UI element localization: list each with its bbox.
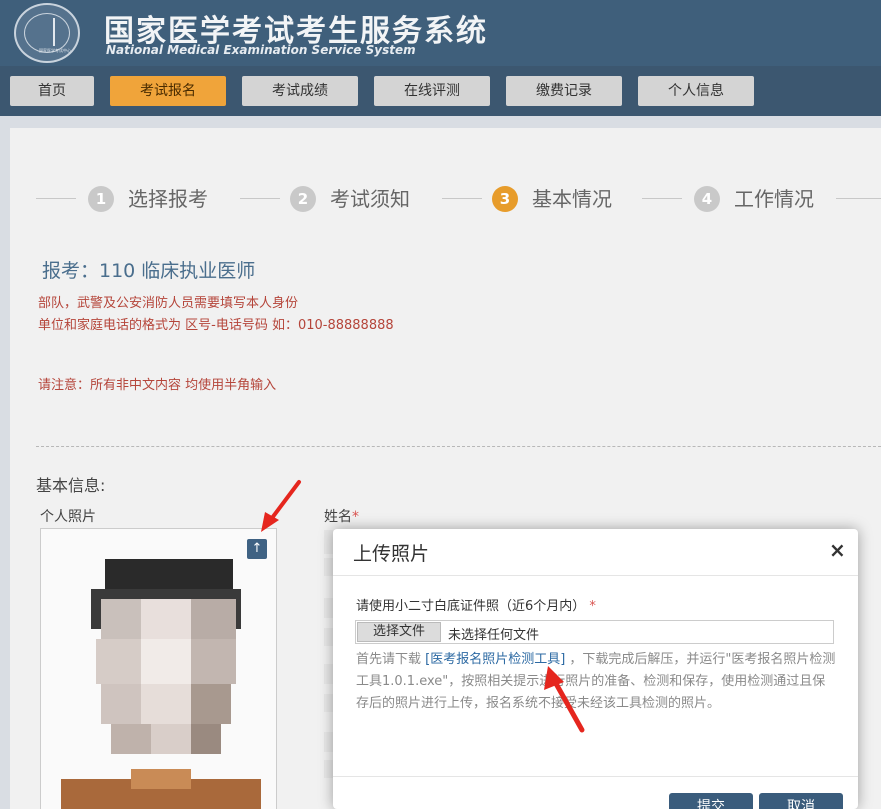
step-3-label: 基本情况 bbox=[532, 187, 612, 211]
form-field-fragment bbox=[324, 628, 333, 646]
photo-requirement-text: 请使用小二寸白底证件照（近6个月内） bbox=[356, 599, 586, 614]
instructions-before: 首先请下载 bbox=[356, 652, 426, 667]
step-connector bbox=[36, 198, 76, 199]
form-field-fragment bbox=[324, 760, 333, 778]
note-phone-format: 单位和家庭电话的格式为 区号-电话号码 如：010-88888888 bbox=[38, 318, 394, 333]
photo-label: 个人照片 bbox=[40, 509, 96, 525]
exam-title: 报考：110 临床执业医师 bbox=[42, 260, 256, 282]
name-input[interactable] bbox=[324, 530, 333, 554]
submit-button[interactable]: 提交 bbox=[669, 793, 753, 809]
photo-preview[interactable]: ↑ bbox=[40, 528, 277, 809]
step-connector bbox=[836, 198, 881, 199]
dialog-title: 上传照片 bbox=[353, 543, 430, 565]
step-connector bbox=[240, 198, 280, 199]
logo-emblem: 国家医学考试中心 bbox=[14, 3, 80, 63]
photo-requirement-label: 请使用小二寸白底证件照（近6个月内） * bbox=[356, 595, 596, 614]
step-2-circle: 2 bbox=[290, 186, 316, 212]
red-arrow-tool-link bbox=[544, 666, 585, 733]
step-1-label: 选择报考 bbox=[128, 187, 208, 211]
nav-exam-registration[interactable]: 考试报名 bbox=[110, 76, 226, 106]
step-4-label: 工作情况 bbox=[734, 187, 814, 211]
nav-online-assessment[interactable]: 在线评测 bbox=[374, 76, 490, 106]
app-header: 国家医学考试中心 国家医学考试考生服务系统 National Medical E… bbox=[0, 0, 881, 66]
note-military: 部队，武警及公安消防人员需要填写本人身份 bbox=[38, 296, 299, 311]
upload-icon[interactable]: ↑ bbox=[247, 539, 267, 559]
name-label-text: 姓名 bbox=[324, 509, 352, 525]
staff-icon bbox=[53, 18, 55, 46]
dialog-footer-divider bbox=[333, 776, 858, 777]
dialog-header-divider bbox=[333, 575, 858, 576]
file-input[interactable]: 选择文件 未选择任何文件 bbox=[355, 620, 834, 644]
nav-personal-info[interactable]: 个人信息 bbox=[638, 76, 754, 106]
required-mark: * bbox=[589, 599, 596, 614]
form-field-fragment bbox=[324, 598, 333, 618]
nav-home[interactable]: 首页 bbox=[10, 76, 94, 106]
step-connector bbox=[642, 198, 682, 199]
choose-file-button[interactable]: 选择文件 bbox=[357, 622, 441, 642]
step-connector bbox=[442, 198, 482, 199]
form-field-fragment bbox=[324, 694, 333, 712]
pixelated-portrait bbox=[41, 529, 276, 809]
step-1-circle: 1 bbox=[88, 186, 114, 212]
step-4-circle: 4 bbox=[694, 186, 720, 212]
close-icon[interactable]: × bbox=[829, 538, 846, 562]
basic-info-title: 基本信息: bbox=[36, 476, 106, 495]
nav-payment-records[interactable]: 缴费记录 bbox=[506, 76, 622, 106]
progress-steps: 1 选择报考 2 考试须知 3 基本情况 4 工作情况 bbox=[36, 186, 881, 216]
red-arrow-upload bbox=[261, 480, 301, 532]
step-3-circle: 3 bbox=[492, 186, 518, 212]
logo-text: 国家医学考试中心 bbox=[39, 48, 71, 53]
logo-inner-ring: 国家医学考试中心 bbox=[24, 13, 71, 53]
system-subtitle: National Medical Examination Service Sys… bbox=[106, 43, 416, 57]
cancel-button[interactable]: 取消 bbox=[759, 793, 843, 809]
note-halfwidth: 请注意：所有非中文内容 均使用半角输入 bbox=[38, 378, 277, 393]
nav-exam-scores[interactable]: 考试成绩 bbox=[242, 76, 358, 106]
form-field-fragment bbox=[324, 732, 333, 752]
section-divider bbox=[36, 446, 881, 447]
form-field-fragment bbox=[324, 664, 333, 684]
file-status-text: 未选择任何文件 bbox=[448, 628, 540, 643]
name-label: 姓名* bbox=[324, 506, 359, 526]
required-mark: * bbox=[352, 509, 359, 525]
main-nav: 首页 考试报名 考试成绩 在线评测 缴费记录 个人信息 bbox=[0, 66, 881, 116]
step-2-label: 考试须知 bbox=[330, 187, 410, 211]
form-field-fragment bbox=[324, 558, 333, 576]
